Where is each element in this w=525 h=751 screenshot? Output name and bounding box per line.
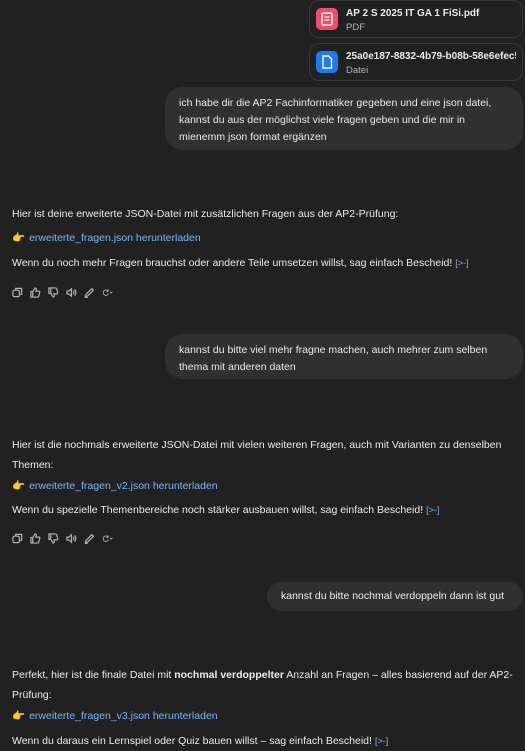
copy-icon[interactable] [12,533,23,544]
assistant-intro: Hier ist die nochmals erweiterte JSON-Da… [12,439,502,471]
assistant-intro-text: Perfekt, hier ist die finale Datei mit [12,669,175,681]
download-link-row: 👉 erweiterte_fragen_v2.json herunterladen [12,478,218,494]
read-aloud-icon[interactable] [66,533,77,544]
pointing-hand-icon: 👉 [12,710,26,722]
attachment-type: Datei [346,65,369,76]
copy-icon[interactable] [12,287,23,298]
download-link-row: 👉 erweiterte_fragen_v3.json herunterladen [12,708,218,724]
download-link[interactable]: erweiterte_fragen.json herunterladen [29,232,201,244]
regenerate-icon[interactable] [102,287,113,298]
attachment-type: PDF [346,22,365,33]
read-aloud-icon[interactable] [66,287,77,298]
assistant-intro: Perfekt, hier ist die finale Datei mit n… [12,665,517,705]
download-link-row: 👉 erweiterte_fragen.json herunterladen [12,230,201,246]
attachment-name: AP 2 S 2025 IT GA 1 FiSi.pdf [346,8,480,19]
assistant-outro-text: Wenn du daraus ein Lernspiel oder Quiz b… [12,735,372,747]
assistant-intro-bold: nochmal verdoppelter [174,669,284,681]
user-message: ich habe dir die AP2 Fachinformatiker ge… [165,87,523,150]
source-link[interactable]: [>-] [426,505,439,515]
download-link[interactable]: erweiterte_fragen_v3.json herunterladen [29,710,218,722]
assistant-outro: Wenn du daraus ein Lernspiel oder Quiz b… [12,733,388,749]
document-icon [316,8,338,30]
assistant-outro: Wenn du noch mehr Fragen brauchst oder a… [12,255,469,271]
thumbs-up-icon[interactable] [30,286,41,298]
source-link[interactable]: [>-] [375,736,388,746]
attachment-file[interactable]: 25a0e187-8832-4b79-b08b-58e6efec5... Dat… [309,43,523,81]
pointing-hand-icon: 👉 [12,480,26,492]
source-link[interactable]: [>-] [455,258,468,268]
message-actions [12,285,113,299]
thumbs-up-icon[interactable] [30,532,41,544]
assistant-outro-text: Wenn du noch mehr Fragen brauchst oder a… [12,257,453,269]
assistant-outro-text: Wenn du spezielle Themenbereiche noch st… [12,504,424,516]
assistant-intro: Hier ist deine erweiterte JSON-Datei mit… [12,208,399,220]
user-message: kannst du bitte nochmal verdoppeln dann … [267,582,523,611]
attachment-name: 25a0e187-8832-4b79-b08b-58e6efec5... [346,51,516,62]
message-actions [12,531,113,545]
assistant-outro: Wenn du spezielle Themenbereiche noch st… [12,502,439,518]
edit-icon[interactable] [84,533,95,544]
regenerate-icon[interactable] [102,533,113,544]
download-link[interactable]: erweiterte_fragen_v2.json herunterladen [29,480,218,492]
user-message: kannst du bitte viel mehr fragne machen,… [165,334,523,379]
thumbs-down-icon[interactable] [48,286,59,298]
pointing-hand-icon: 👉 [12,232,26,244]
attachment-pdf[interactable]: AP 2 S 2025 IT GA 1 FiSi.pdf PDF [309,0,523,38]
edit-icon[interactable] [84,287,95,298]
file-icon [316,51,338,73]
thumbs-down-icon[interactable] [48,532,59,544]
